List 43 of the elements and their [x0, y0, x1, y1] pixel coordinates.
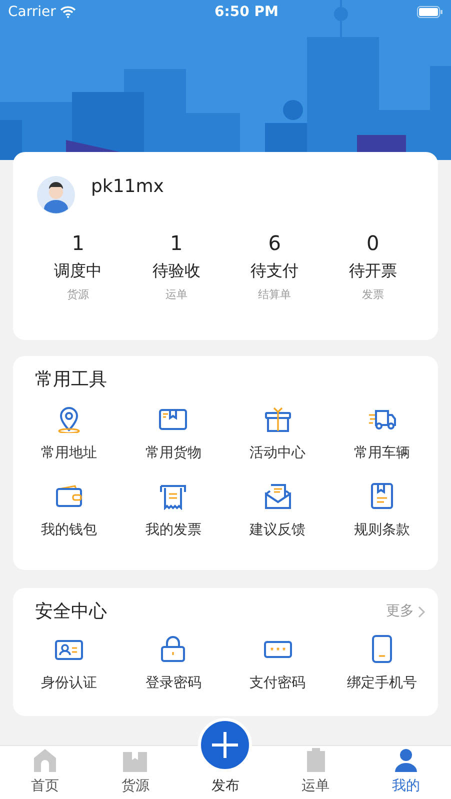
stat-sublabel: 货源: [67, 287, 90, 303]
tool-button[interactable]: 身份认证: [17, 635, 122, 694]
wallet-icon: [55, 482, 84, 510]
wifi-icon: [60, 6, 76, 18]
stat-count: 1: [170, 230, 183, 256]
stat-sublabel: 结算单: [258, 287, 292, 303]
section-title: 常用工具: [35, 368, 108, 392]
stat-sublabel: 运单: [165, 287, 188, 303]
stat-sublabel: 发票: [362, 287, 384, 303]
envelope-icon: [264, 482, 292, 510]
tab[interactable]: 首页: [0, 746, 90, 799]
gift-icon: [264, 405, 292, 433]
tool-button[interactable]: 常用车辆: [330, 405, 434, 464]
tab[interactable]: 我的: [360, 746, 451, 799]
chevron-right-icon: [418, 606, 426, 618]
lock-icon: [159, 635, 188, 663]
battery-icon: [417, 6, 443, 18]
tool-button[interactable]: 规则条款: [330, 482, 434, 541]
tool-button[interactable]: 常用货物: [121, 405, 226, 464]
tool-button[interactable]: 我的钱包: [17, 482, 122, 541]
stat-label: 待开票: [348, 260, 397, 282]
tool-button[interactable]: 活动中心: [226, 405, 330, 464]
stat-label: 待验收: [152, 260, 200, 282]
publish-tab[interactable]: 发布: [180, 718, 271, 799]
stat-count: 1: [72, 230, 84, 256]
stat-label: 待支付: [250, 260, 299, 282]
stat-label: 调度中: [54, 260, 102, 282]
tab[interactable]: 运单: [270, 746, 361, 799]
tool-button[interactable]: 我的发票: [121, 482, 226, 541]
status-time: 6:50 PM: [214, 2, 278, 22]
tool-button[interactable]: 绑定手机号: [330, 635, 434, 694]
tool-button[interactable]: 常用地址: [17, 405, 122, 464]
stat-count: 6: [268, 230, 281, 256]
section-title: 安全中心: [35, 600, 107, 624]
avatar-icon: [37, 176, 75, 214]
carrier-label: Carrier: [8, 2, 56, 22]
stat-count: 0: [366, 230, 380, 256]
username: pk11mx: [91, 174, 164, 198]
tool-button[interactable]: 建议反馈: [226, 482, 330, 541]
tool-button[interactable]: 登录密码: [121, 635, 226, 694]
tool-button[interactable]: 支付密码: [226, 635, 330, 694]
receipt-icon: [159, 482, 188, 510]
tab[interactable]: 货源: [90, 746, 180, 799]
